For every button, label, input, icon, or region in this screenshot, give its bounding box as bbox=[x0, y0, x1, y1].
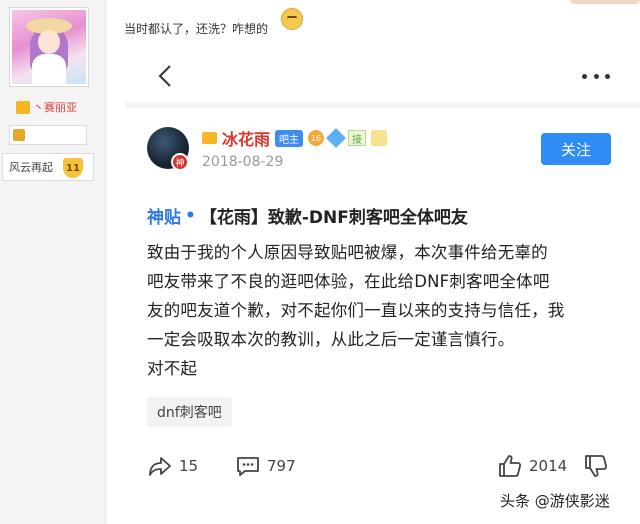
diamond-icon bbox=[326, 128, 346, 148]
post-body-line: 对不起 bbox=[147, 359, 198, 378]
title-separator: • bbox=[185, 205, 196, 226]
watermark: 头条 @游侠影迷 bbox=[500, 492, 610, 510]
forum-level-badge: 11 bbox=[63, 158, 83, 178]
medal-icon bbox=[371, 130, 388, 146]
top-decoration bbox=[570, 0, 640, 4]
share-count: 15 bbox=[179, 457, 199, 475]
post-title: 神贴 • 【花雨】致歉-DNF刺客吧全体吧友 bbox=[147, 203, 468, 229]
comment-icon bbox=[237, 457, 259, 476]
tag-badge: 接 bbox=[348, 130, 367, 146]
follow-button[interactable]: 关注 bbox=[541, 133, 611, 165]
crown-icon bbox=[202, 132, 217, 144]
forum-tag[interactable]: dnf刺客吧 bbox=[147, 397, 232, 427]
member-crown-icon bbox=[16, 100, 30, 114]
share-icon bbox=[149, 457, 171, 476]
comment-count: 797 bbox=[267, 457, 296, 475]
featured-tag[interactable]: 神贴 bbox=[147, 203, 181, 228]
moderator-badge: 吧主 bbox=[275, 129, 304, 147]
level-badge: 16 bbox=[308, 130, 325, 146]
user-sidebar: 丶赛丽亚 风云再起 11 bbox=[0, 0, 106, 524]
like-count: 2014 bbox=[529, 457, 568, 475]
more-options-icon[interactable] bbox=[582, 64, 610, 88]
post-body-line: 一定会吸取本次的教训，从此之后一定谨言慎行。 bbox=[147, 330, 515, 349]
god-badge-icon: 神 bbox=[171, 153, 189, 171]
post-title-text: 【花雨】致歉-DNF刺客吧全体吧友 bbox=[199, 208, 468, 228]
back-arrow-icon[interactable] bbox=[155, 64, 179, 88]
comment-action[interactable]: 797 bbox=[235, 454, 296, 478]
post-screenshot: 神 冰花雨 吧主 16 接 2018-08-29 关注 神贴 • 【花雨】致歉-… bbox=[125, 40, 640, 524]
divider bbox=[125, 102, 640, 108]
gem-icon bbox=[13, 129, 25, 141]
share-action[interactable]: 15 bbox=[147, 454, 198, 478]
thumbs-down-icon bbox=[585, 455, 608, 477]
action-bar: 15 797 2014 bbox=[147, 454, 617, 484]
reply-text: 当时都认了，还洗？咋想的 bbox=[124, 22, 269, 36]
level-box bbox=[9, 125, 87, 145]
post-body: 致由于我的个人原因导致贴吧被爆，本次事件给无辜的 吧友带来了不良的逛吧体验，在此… bbox=[147, 238, 617, 383]
thumbs-up-icon bbox=[499, 455, 522, 477]
sweat-emoji-icon bbox=[281, 8, 303, 30]
post-body-line: 致由于我的个人原因导致贴吧被爆，本次事件给无辜的 bbox=[147, 243, 548, 262]
forum-level-box: 风云再起 11 bbox=[2, 153, 94, 181]
post-body-line: 吧友带来了不良的逛吧体验，在此给DNF刺客吧全体吧 bbox=[147, 272, 550, 291]
author-line: 冰花雨 吧主 16 接 bbox=[202, 126, 388, 150]
username[interactable]: 丶赛丽亚 bbox=[33, 99, 77, 115]
post-date: 2018-08-29 bbox=[202, 154, 284, 170]
dislike-action[interactable] bbox=[583, 454, 609, 478]
post-body-line: 友的吧友道个歉，对不起你们一直以来的支持与信任，我 bbox=[147, 301, 565, 320]
username-row: 丶赛丽亚 bbox=[16, 99, 77, 115]
like-action[interactable]: 2014 bbox=[497, 454, 567, 478]
author-name[interactable]: 冰花雨 bbox=[222, 126, 270, 150]
forum-name: 风云再起 bbox=[9, 161, 53, 174]
author-avatar[interactable]: 神 bbox=[147, 127, 189, 171]
avatar[interactable] bbox=[9, 7, 89, 87]
avatar-image bbox=[12, 10, 86, 84]
